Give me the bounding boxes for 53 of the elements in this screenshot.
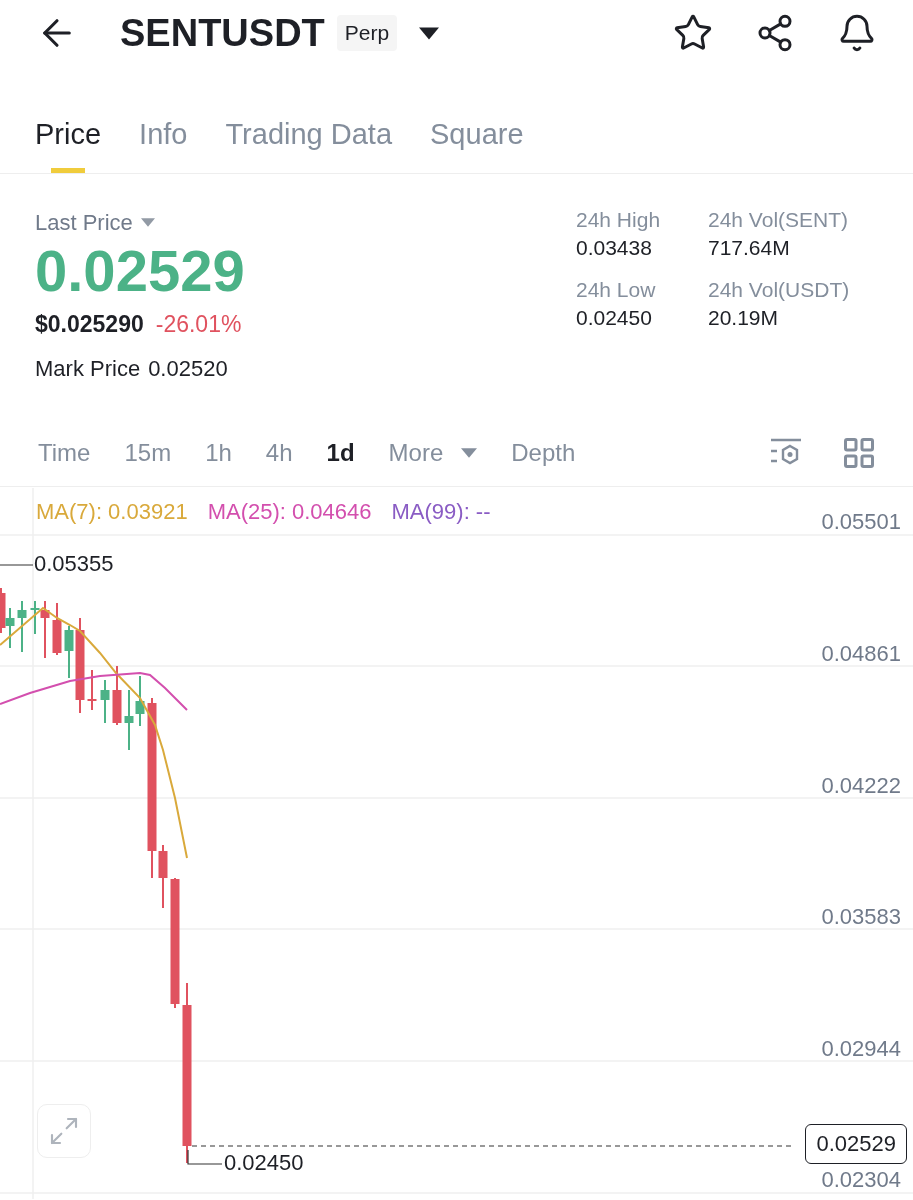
symbol-title: SENTUSDT [120,10,325,56]
stat-value: 0.03438 [576,235,653,261]
star-icon[interactable] [673,13,713,53]
candle [17,600,27,653]
stat-label: 24h High [576,207,662,233]
last-price-label: Last Price [35,209,133,237]
interval-tab[interactable]: 1d [326,434,355,471]
indicator-value: MA(99): -- [391,498,491,526]
high-price-label: 0.05355 [34,551,114,577]
candle [135,675,145,727]
leader-line [187,1149,223,1165]
price-axis-label: 0.04222 [821,773,901,799]
mark-price: 0.02520 [148,354,228,383]
price-axis-label: 0.03583 [821,904,901,930]
usd-price: $0.025290 [35,310,144,339]
price-change: -26.01% [155,310,242,339]
interval-dropdown[interactable]: More [388,434,478,471]
tab[interactable]: Info [139,112,188,168]
mark-price-label: Mark Price [35,354,141,383]
contract-type-tag: Perp [336,15,398,51]
dropdown-icon [419,26,440,40]
interval-tab[interactable]: Depth [511,434,576,471]
candle [112,665,122,726]
last-price-tag: 0.02529 [805,1124,907,1164]
expand-icon [48,1115,80,1147]
stat-label: 24h Vol(USDT) [708,277,851,303]
indicator-value: MA(25): 0.04646 [207,498,372,526]
candle [100,679,110,724]
tab[interactable]: Price [35,112,102,168]
dropdown-icon [140,218,155,227]
stat-label: 24h Vol(SENT) [708,207,850,233]
dropdown-icon [461,447,478,458]
price-axis-label: 0.02944 [821,1036,901,1062]
leader-line [0,564,34,566]
candle [87,669,97,711]
stat-value: 717.64M [708,235,791,261]
interval-tab[interactable]: 15m [124,434,172,471]
stat-label: 24h Low [576,277,657,303]
stat-value: 20.19M [708,305,780,331]
candle [52,602,62,656]
interval-tab[interactable]: Time [38,434,91,471]
indicator-value: MA(7): 0.03921 [36,498,188,526]
price-axis-label: 0.05501 [821,509,901,535]
stat-value: 0.02450 [576,305,653,331]
tab[interactable]: Trading Data [225,112,393,168]
candle [124,689,134,751]
tab[interactable]: Square [430,112,524,168]
interval-tab[interactable]: 4h [265,434,293,471]
price-axis-label: 0.02304 [821,1167,901,1193]
last-price: 0.02529 [35,239,246,303]
interval-tab[interactable]: 1h [205,434,232,471]
low-price-label: 0.02450 [224,1150,304,1176]
price-axis-label: 0.04861 [821,641,901,667]
